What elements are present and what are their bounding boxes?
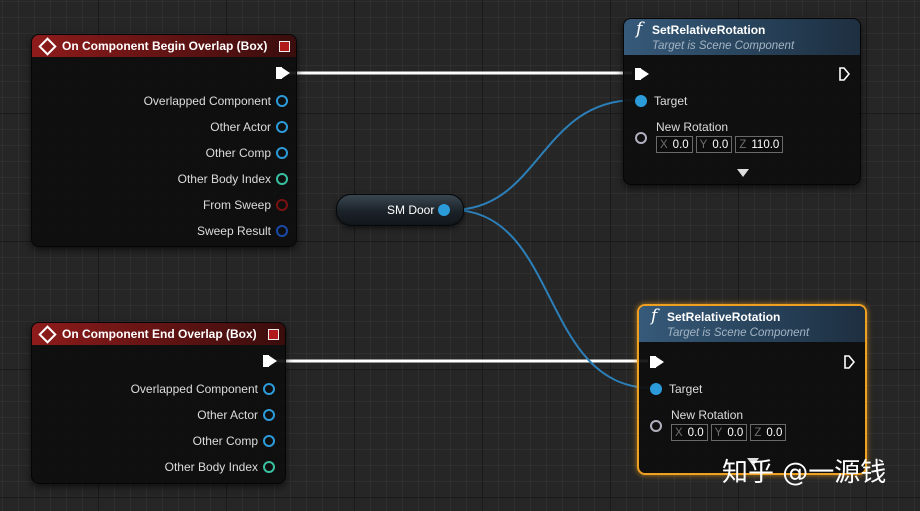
rotation-x-value: 0.0: [687, 426, 704, 439]
pin-label: Other Comp: [192, 434, 258, 448]
function-title: SetRelativeRotation: [667, 310, 781, 324]
int-pin-icon[interactable]: [276, 173, 288, 185]
object-wire-target-1[interactable]: [451, 99, 637, 211]
pin-label: From Sweep: [202, 198, 271, 212]
rotation-z-value: 110.0: [751, 138, 780, 151]
function-node-set-relative-rotation-1[interactable]: f SetRelativeRotation Target is Scene Co…: [623, 18, 861, 185]
exec-out-pin[interactable]: [263, 355, 277, 367]
pin-label: New Rotation: [656, 120, 729, 134]
pin-target[interactable]: Target: [650, 382, 702, 396]
pin-label: Target: [669, 382, 703, 396]
pin-overlapped-component[interactable]: Overlapped Component: [144, 94, 288, 108]
pin-label: Other Body Index: [164, 460, 258, 474]
rotation-y-input[interactable]: Y 0.0: [710, 424, 748, 441]
object-pin-icon[interactable]: [276, 121, 288, 133]
event-node-header: On Component Begin Overlap (Box): [32, 35, 296, 57]
rotation-y-value: 0.0: [712, 138, 729, 151]
pin-label: New Rotation: [671, 408, 744, 422]
pin-label: Other Actor: [210, 120, 271, 134]
pin-other-body-index[interactable]: Other Body Index: [165, 460, 275, 474]
pin-label: Sweep Result: [196, 224, 271, 238]
rotation-x-value: 0.0: [672, 138, 689, 151]
watermark: 知乎 @一源钱: [722, 458, 887, 488]
pin-other-comp[interactable]: Other Comp: [193, 434, 275, 448]
struct-pin-icon[interactable]: [276, 225, 288, 237]
pin-new-rotation[interactable]: New Rotation X 0.0 Y 0.0 Z 0.0: [650, 408, 787, 441]
function-node-set-relative-rotation-2[interactable]: f SetRelativeRotation Target is Scene Co…: [637, 304, 867, 475]
rotation-x-input[interactable]: X 0.0: [656, 136, 693, 153]
function-node-header: f SetRelativeRotation Target is Scene Co…: [639, 306, 865, 342]
pin-other-comp[interactable]: Other Comp: [206, 146, 288, 160]
exec-out-pin[interactable]: [276, 67, 290, 79]
axis-y-label: Y: [699, 138, 708, 151]
object-pin-icon[interactable]: [650, 383, 662, 395]
pin-sweep-result[interactable]: Sweep Result: [197, 224, 288, 238]
bool-pin-icon[interactable]: [276, 199, 288, 211]
close-icon[interactable]: [268, 328, 279, 340]
event-title: On Component End Overlap (Box): [62, 327, 257, 341]
rotation-z-input[interactable]: Z 0.0: [750, 424, 787, 441]
pin-label: Other Comp: [205, 146, 271, 160]
object-wire-target-2[interactable]: [451, 209, 653, 389]
object-pin-icon[interactable]: [263, 409, 275, 421]
object-pin-icon[interactable]: [263, 435, 275, 447]
pin-target[interactable]: Target: [635, 94, 687, 108]
rotator-field: X 0.0 Y 0.0 Z 110.0: [656, 136, 784, 153]
int-pin-icon[interactable]: [263, 461, 275, 473]
pin-new-rotation[interactable]: New Rotation X 0.0 Y 0.0 Z 110.0: [635, 120, 784, 153]
rotation-x-input[interactable]: X 0.0: [671, 424, 708, 441]
object-pin-icon[interactable]: [438, 204, 450, 216]
function-f-icon: f: [651, 306, 658, 326]
pin-from-sweep[interactable]: From Sweep: [203, 198, 288, 212]
struct-pin-icon[interactable]: [650, 420, 662, 432]
object-pin-icon[interactable]: [276, 95, 288, 107]
exec-in-pin[interactable]: [650, 356, 664, 368]
pin-other-body-index[interactable]: Other Body Index: [178, 172, 288, 186]
event-title: On Component Begin Overlap (Box): [62, 39, 268, 53]
rotation-y-value: 0.0: [727, 426, 744, 439]
function-subtitle: Target is Scene Component: [652, 40, 795, 52]
rotation-z-value: 0.0: [766, 426, 783, 439]
chevron-down-icon[interactable]: [737, 169, 749, 177]
axis-y-label: Y: [714, 426, 723, 439]
rotation-y-input[interactable]: Y 0.0: [695, 136, 733, 153]
axis-x-label: X: [675, 426, 683, 439]
event-node-end-overlap[interactable]: On Component End Overlap (Box) Overlappe…: [31, 322, 286, 484]
event-node-header: On Component End Overlap (Box): [32, 323, 285, 345]
exec-in-pin[interactable]: [635, 68, 649, 80]
function-title: SetRelativeRotation: [652, 23, 766, 37]
object-pin-icon[interactable]: [635, 95, 647, 107]
event-node-begin-overlap[interactable]: On Component Begin Overlap (Box) Overlap…: [31, 34, 297, 247]
variable-label: SM Door: [387, 203, 435, 217]
event-diamond-icon: [38, 324, 57, 344]
pin-label: Overlapped Component: [130, 382, 258, 396]
pin-other-actor[interactable]: Other Actor: [197, 408, 275, 422]
pin-label: Target: [654, 94, 688, 108]
close-icon[interactable]: [279, 40, 290, 52]
axis-x-label: X: [660, 138, 668, 151]
object-pin-icon[interactable]: [276, 147, 288, 159]
exec-out-pin[interactable]: [844, 355, 855, 369]
pin-other-actor[interactable]: Other Actor: [210, 120, 288, 134]
axis-z-label: Z: [739, 138, 747, 151]
function-f-icon: f: [636, 19, 643, 39]
variable-node-sm-door[interactable]: SM Door: [336, 194, 464, 226]
rotation-z-input[interactable]: Z 110.0: [735, 136, 784, 153]
event-diamond-icon: [38, 36, 57, 56]
function-node-header: f SetRelativeRotation Target is Scene Co…: [624, 19, 860, 55]
pin-label: Other Body Index: [177, 172, 271, 186]
axis-z-label: Z: [754, 426, 762, 439]
function-subtitle: Target is Scene Component: [667, 327, 810, 339]
pin-label: Overlapped Component: [143, 94, 271, 108]
rotator-field: X 0.0 Y 0.0 Z 0.0: [671, 424, 787, 441]
struct-pin-icon[interactable]: [635, 132, 647, 144]
object-pin-icon[interactable]: [263, 383, 275, 395]
pin-label: Other Actor: [197, 408, 258, 422]
pin-overlapped-component[interactable]: Overlapped Component: [131, 382, 275, 396]
exec-out-pin[interactable]: [839, 67, 850, 81]
